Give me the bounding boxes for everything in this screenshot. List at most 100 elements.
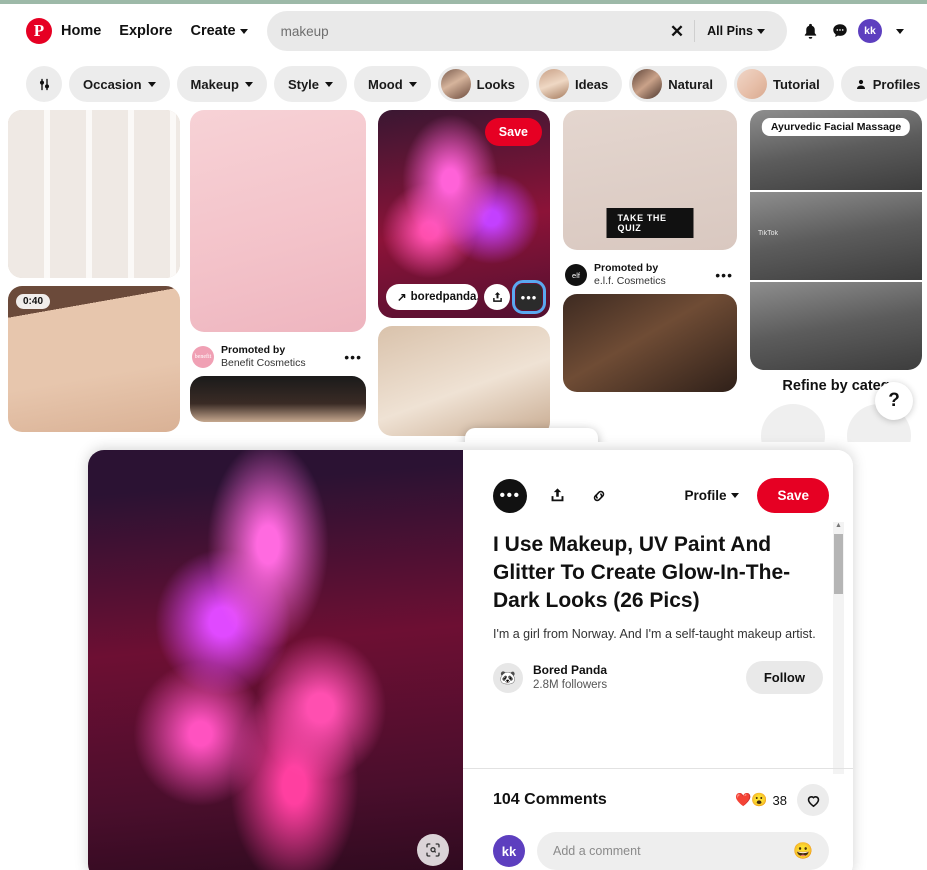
pin-context-menu: Hide Pin Download image Report Pin (465, 428, 598, 442)
pin-action-bar: ↗ boredpanda... ••• (386, 280, 546, 314)
pinterest-logo-icon[interactable]: P (26, 18, 52, 44)
visual-search-icon[interactable] (417, 834, 449, 866)
avatar-initials: kk (858, 19, 882, 43)
closeup-board-selector[interactable]: Profile (684, 488, 740, 503)
filter-chip-tutorial[interactable]: Tutorial (734, 66, 834, 102)
all-pins-label: All Pins (707, 24, 753, 38)
pin-card-neon-makeup[interactable]: Save ↗ boredpanda... ••• (378, 110, 550, 318)
advertiser-avatar: elf (565, 264, 587, 287)
help-button[interactable]: ? (875, 382, 913, 420)
chip-thumbnail (538, 69, 569, 99)
heart-outline-icon[interactable] (797, 784, 829, 816)
notifications-bell-icon[interactable] (795, 16, 825, 46)
comment-input[interactable]: Add a comment (553, 844, 793, 858)
filter-chip-row: Occasion Makeup Style Mood Looks Ideas N… (0, 60, 927, 108)
pin-card-elf-ad[interactable]: TAKE THE QUIZ (563, 110, 737, 250)
filter-chip-style[interactable]: Style (273, 66, 348, 102)
all-pins-dropdown[interactable]: All Pins (699, 24, 773, 38)
grid-column-4: TAKE THE QUIZ elf Promoted by e.l.f. Cos… (563, 110, 737, 400)
grid-column-1: 0:40 (8, 110, 180, 440)
pin-more-options-button[interactable]: ••• (512, 280, 546, 314)
closeup-share-icon[interactable] (545, 484, 569, 508)
pin-card-tiktok-facial[interactable]: Ayurvedic Facial Massage TikTok (750, 110, 922, 370)
closeup-link-icon[interactable] (587, 484, 611, 508)
panda-avatar[interactable]: 🐼 (493, 662, 523, 693)
chevron-down-icon (239, 28, 248, 34)
pin-card-eyeliner-tutorial[interactable] (190, 110, 366, 332)
chip-label: Profiles (872, 76, 921, 92)
comments-divider (463, 768, 853, 769)
user-avatar[interactable]: kk (855, 16, 885, 46)
chevron-down-icon (731, 493, 740, 498)
closeup-more-options-button[interactable]: ••• (493, 478, 527, 513)
closeup-pin-image[interactable] (88, 450, 463, 870)
person-icon (856, 79, 865, 89)
pin-image (190, 110, 366, 332)
closeup-author-row: 🐼 Bored Panda 2.8M followers Follow (493, 661, 823, 695)
smiley-face-icon[interactable]: 😀 (793, 841, 813, 861)
reaction-count: 38 (772, 792, 787, 808)
pin-card-brow-video[interactable]: 0:40 (8, 286, 180, 432)
scrollbar-thumb[interactable] (834, 534, 843, 594)
search-area: makeup ✕ All Pins (266, 11, 787, 51)
follow-button[interactable]: Follow (745, 661, 823, 695)
nav-explore[interactable]: Explore (110, 17, 181, 45)
comment-input-wrapper[interactable]: Add a comment 😀 (537, 832, 829, 870)
author-followers: 2.8M followers (533, 679, 608, 692)
board-label: Profile (684, 488, 727, 503)
promoted-row-benefit[interactable]: benefit Promoted by Benefit Cosmetics ••… (190, 340, 366, 370)
author-info: Bored Panda 2.8M followers (533, 663, 607, 694)
closeup-title: I Use Makeup, UV Paint And Glitter To Cr… (493, 533, 791, 613)
pin-share-icon[interactable] (484, 284, 510, 310)
pin-source-link[interactable]: ↗ boredpanda... (386, 284, 478, 310)
scroll-up-arrow-icon[interactable]: ▲ (835, 522, 842, 529)
pin-card-hair-swatch[interactable] (190, 376, 366, 423)
filter-chip-makeup[interactable]: Makeup (176, 66, 267, 102)
clear-search-icon[interactable]: ✕ (664, 23, 690, 40)
nav-create[interactable]: Create (181, 17, 256, 45)
closeup-details-panel: ••• Profile Save I Use Makeup, UV Paint … (463, 450, 853, 870)
external-link-icon: ↗ (397, 292, 407, 304)
messages-chat-icon[interactable] (825, 16, 855, 46)
filter-chip-profiles[interactable]: Profiles (840, 66, 927, 102)
pin-image-frame (750, 282, 922, 370)
closeup-toolbar: ••• Profile Save (463, 450, 853, 513)
chip-thumbnail (440, 69, 471, 99)
grid-column-2: benefit Promoted by Benefit Cosmetics ••… (190, 110, 366, 430)
menu-item-hide-pin[interactable]: Hide Pin (465, 436, 598, 442)
chip-thumbnail (632, 69, 663, 99)
pin-card-makeup-shelf[interactable] (8, 110, 180, 278)
chip-label: Mood (368, 76, 403, 92)
sliders-icon (39, 78, 49, 90)
filter-chip-looks[interactable]: Looks (437, 66, 529, 102)
filter-chip-occasion[interactable]: Occasion (69, 66, 170, 102)
chevron-down-icon (757, 28, 765, 34)
reactions-group[interactable]: ❤️😮 38 (735, 792, 787, 808)
promoted-row-elf[interactable]: elf Promoted by e.l.f. Cosmetics ••• (563, 258, 737, 288)
ellipsis-icon: ••• (499, 486, 521, 504)
details-scrollbar[interactable]: ▲ (833, 522, 844, 774)
pin-more-options-icon[interactable]: ••• (715, 267, 735, 283)
refine-circle[interactable] (761, 404, 825, 442)
filter-tune-button[interactable] (26, 66, 62, 102)
promoted-text: Promoted by Benefit Cosmetics (221, 344, 337, 370)
closeup-description: I'm a girl from Norway. And I'm a self-t… (493, 627, 816, 642)
ellipsis-icon: ••• (520, 289, 538, 305)
pin-card-dior-foundation[interactable] (378, 326, 550, 436)
filter-chip-ideas[interactable]: Ideas (535, 66, 623, 102)
take-the-quiz-button[interactable]: TAKE THE QUIZ (606, 208, 694, 238)
tiktok-title-label: Ayurvedic Facial Massage (761, 118, 911, 136)
chevron-down-icon (896, 28, 904, 34)
search-bar[interactable]: makeup ✕ All Pins (266, 11, 787, 51)
pin-save-button[interactable]: Save (484, 118, 542, 146)
filter-chip-natural[interactable]: Natural (629, 66, 728, 102)
chip-label: Tutorial (773, 76, 820, 92)
nav-home[interactable]: Home (52, 17, 110, 45)
filter-chip-mood[interactable]: Mood (354, 66, 431, 102)
chevron-down-icon (408, 81, 417, 87)
closeup-save-button[interactable]: Save (757, 478, 829, 513)
pin-more-options-icon[interactable]: ••• (344, 349, 364, 365)
search-input[interactable]: makeup (281, 24, 664, 39)
account-menu-chevron[interactable] (885, 16, 915, 46)
pin-card-aloe[interactable] (563, 294, 737, 393)
